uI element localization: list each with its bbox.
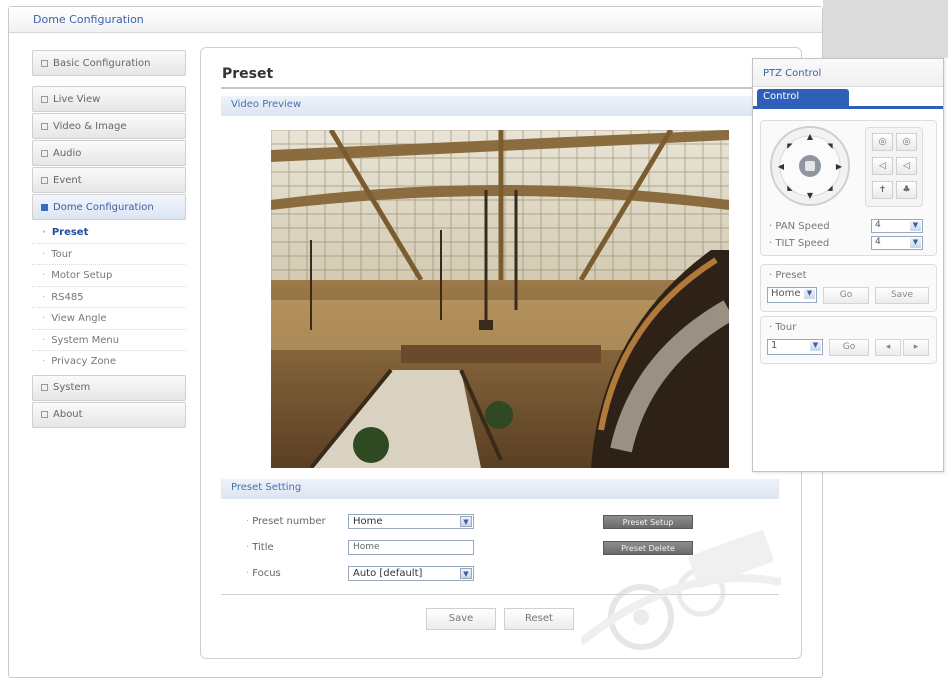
focus-label: · Focus: [246, 568, 281, 579]
nav-label: Event: [53, 174, 82, 186]
svg-text:◣: ◣: [787, 184, 793, 192]
tilt-speed-select[interactable]: 4 ▼: [871, 236, 923, 250]
nav-audio[interactable]: Audio: [32, 140, 186, 166]
ptz-tour-go-button[interactable]: Go: [829, 339, 869, 356]
square-icon: [41, 203, 48, 211]
nav-label: Video & Image: [53, 120, 127, 132]
ptz-control-box: ▲ ▼ ◀ ▶ ◤ ◥ ◣ ◢ ◎ ◎ ◁ ◁ ✝ ♣ · PAN Speed …: [760, 120, 937, 256]
sidebar: Basic Configuration Live View Video & Im…: [32, 50, 186, 428]
content-panel: Preset Video Preview Preset Setting · Pr…: [200, 47, 802, 659]
title-input[interactable]: Home: [348, 540, 474, 555]
submenu-rs485[interactable]: · RS485: [32, 287, 186, 308]
video-preview: [271, 130, 729, 468]
square-icon: [41, 384, 48, 391]
zoom-in-icon[interactable]: ◁: [872, 157, 893, 175]
preset-number-select[interactable]: Home ▼: [348, 514, 474, 529]
reset-button[interactable]: Reset: [504, 608, 574, 630]
save-button[interactable]: Save: [426, 608, 496, 630]
ptz-preset-save-button[interactable]: Save: [875, 287, 929, 304]
nav-label: About: [53, 409, 83, 420]
chevron-down-icon: ▼: [910, 238, 921, 248]
person-icon[interactable]: ✝: [872, 181, 893, 199]
tab-control[interactable]: Control: [757, 89, 849, 109]
submenu-system-menu[interactable]: · System Menu: [32, 330, 186, 351]
svg-text:▲: ▲: [807, 132, 814, 141]
atrium-image: [271, 130, 729, 468]
nav-label: Dome Configuration: [53, 201, 154, 213]
pan-speed-select[interactable]: 4 ▼: [871, 219, 923, 233]
chevron-down-icon: ▼: [810, 341, 821, 351]
submenu-view-angle[interactable]: · View Angle: [32, 308, 186, 330]
ptz-preset-box: · Preset Home ▼ Go Save: [760, 264, 937, 312]
direction-pad[interactable]: ▲ ▼ ◀ ▶ ◤ ◥ ◣ ◢: [769, 125, 851, 207]
tilt-speed-label: · TILT Speed: [769, 238, 830, 249]
nav-live-view[interactable]: Live View: [32, 86, 186, 112]
ptz-preset-select[interactable]: Home ▼: [767, 287, 817, 303]
nav-basic-configuration[interactable]: Basic Configuration: [32, 50, 186, 76]
nav-event[interactable]: Event: [32, 167, 186, 193]
background-band: [823, 0, 948, 58]
svg-text:◥: ◥: [827, 142, 833, 150]
svg-text:▼: ▼: [807, 191, 814, 200]
title-label: · Title: [246, 542, 274, 553]
chevron-down-icon: ▼: [460, 568, 472, 579]
preset-setting-header: Preset Setting: [221, 479, 779, 499]
square-icon: [41, 149, 48, 157]
nav-dome-configuration[interactable]: Dome Configuration: [32, 194, 186, 220]
nav-label: Audio: [53, 147, 82, 159]
zoom-focus-group: ◎ ◎ ◁ ◁ ✝ ♣: [865, 127, 923, 207]
ptz-tour-prev-button[interactable]: ◂: [875, 339, 901, 356]
zoom-out-icon[interactable]: ◁: [896, 157, 917, 175]
preset-number-label: · Preset number: [246, 516, 326, 527]
svg-text:◀: ◀: [778, 162, 785, 171]
chevron-down-icon: ▼: [910, 221, 921, 231]
ptz-control-window: PTZ Control Control ▲ ▼ ◀ ▶ ◤ ◥ ◣ ◢ ◎ ◎ …: [752, 58, 944, 472]
ptz-tour-next-button[interactable]: ▸: [903, 339, 929, 356]
svg-text:◤: ◤: [787, 142, 793, 150]
ptz-tour-select[interactable]: 1 ▼: [767, 339, 823, 355]
chevron-down-icon: ▼: [460, 516, 472, 527]
ptz-title: PTZ Control: [753, 59, 943, 87]
pan-speed-label: · PAN Speed: [769, 221, 830, 232]
square-icon: [41, 122, 48, 130]
ptz-tour-box: · Tour 1 ▼ Go ◂ ▸: [760, 316, 937, 364]
submenu-tour[interactable]: · Tour: [32, 244, 186, 265]
svg-text:▶: ▶: [836, 162, 843, 171]
page-title: Preset: [222, 66, 274, 82]
window-title: Dome Configuration: [9, 7, 822, 33]
ptz-tabbar: Control: [753, 87, 943, 109]
nav-label: System: [53, 382, 91, 393]
square-icon: [41, 95, 48, 103]
title-divider: [221, 87, 779, 89]
chevron-down-icon: ▼: [804, 289, 815, 299]
group-icon[interactable]: ♣: [896, 181, 917, 199]
nav-label: Live View: [53, 93, 101, 105]
nav-video-image[interactable]: Video & Image: [32, 113, 186, 139]
film-reel-watermark: [581, 530, 781, 650]
focus-select[interactable]: Auto [default] ▼: [348, 566, 474, 581]
nav-label: Basic Configuration: [53, 57, 151, 69]
submenu-privacy-zone[interactable]: · Privacy Zone: [32, 351, 186, 373]
square-icon: [41, 176, 48, 184]
square-icon: [41, 411, 48, 418]
submenu: · Preset · Tour · Motor Setup · RS485 · View …: [32, 220, 186, 375]
square-icon: [41, 59, 48, 67]
nav-about[interactable]: About: [32, 401, 186, 428]
tour-label: · Tour: [769, 322, 797, 333]
ptz-preset-go-button[interactable]: Go: [823, 287, 869, 304]
svg-text:◢: ◢: [827, 184, 833, 192]
nav-system[interactable]: System: [32, 374, 186, 401]
focus-near-icon[interactable]: ◎: [872, 133, 893, 151]
preset-label: · Preset: [769, 270, 807, 281]
focus-far-icon[interactable]: ◎: [896, 133, 917, 151]
submenu-motor-setup[interactable]: · Motor Setup: [32, 265, 186, 287]
video-preview-header: Video Preview: [221, 96, 779, 116]
submenu-preset[interactable]: · Preset: [32, 222, 186, 244]
